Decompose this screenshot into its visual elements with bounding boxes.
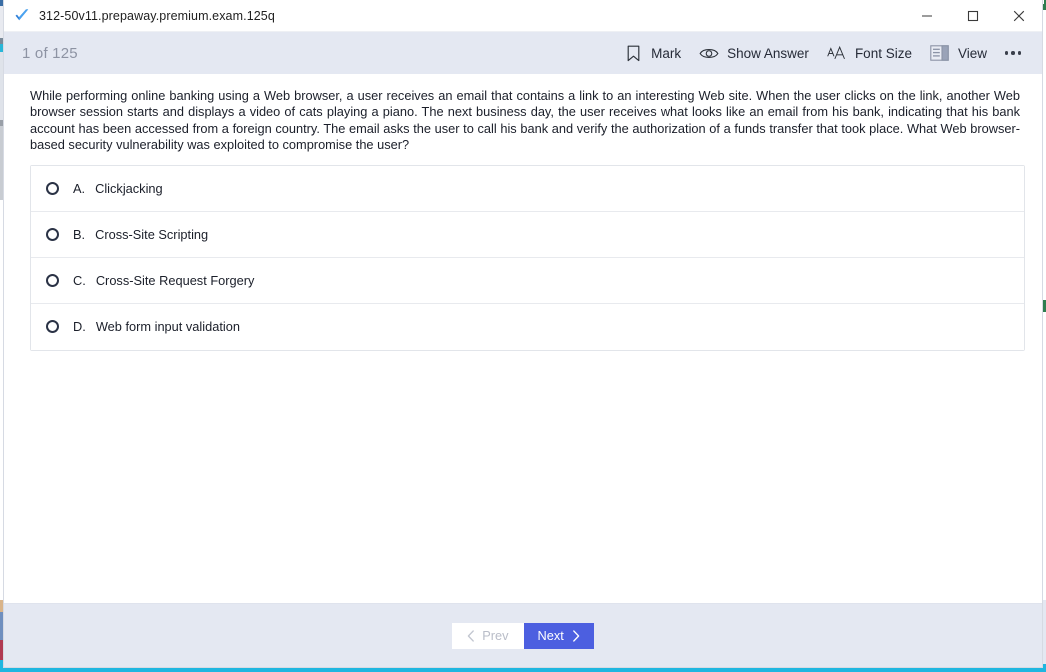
option-text-d: Web form input validation [95,319,240,335]
question-counter: 1 of 125 [22,44,78,62]
option-letter-b: B. [73,226,86,242]
option-letter-d: D. [73,319,86,335]
radio-button-c[interactable] [46,273,59,287]
option-letter-a: A. [73,180,86,196]
next-label: Next [537,628,564,643]
radio-button-b[interactable] [46,227,59,241]
font-size-label: Font Size [854,45,912,61]
blue-checkmark-icon [12,6,32,26]
font-size-icon [827,43,847,63]
toolbar: 1 of 125 Mark Show Answer Font Size View [4,32,1042,74]
mark-label: Mark [651,45,682,61]
exam-simulator-window: 312-50v11.prepaway.premium.exam.125q 1 o… [3,0,1043,668]
font-size-button[interactable]: Font Size [818,32,921,74]
view-label: View [957,45,987,61]
show-answer-label: Show Answer [727,45,809,61]
window-title: 312-50v11.prepaway.premium.exam.125q [39,8,275,23]
taskbar-edge-line [0,668,1046,672]
option-row-b[interactable]: B. Cross-Site Scripting [31,211,1024,258]
option-text-a: Clickjacking [95,180,163,196]
question-content-area: While performing online banking using a … [4,74,1042,603]
radio-button-a[interactable] [46,181,59,195]
maximize-button[interactable] [950,0,996,32]
prev-button[interactable]: Prev [452,622,524,649]
close-button[interactable] [996,0,1042,32]
bookmark-icon [623,43,643,63]
answer-options-list: A. Clickjacking B. Cross-Site Scripting … [30,164,1025,351]
more-dot [1011,51,1015,55]
option-row-a[interactable]: A. Clickjacking [31,165,1024,212]
mark-button[interactable]: Mark [614,32,690,74]
view-panel-icon [930,43,950,63]
option-text-b: Cross-Site Scripting [95,226,209,242]
prev-label: Prev [482,628,509,643]
show-answer-button[interactable]: Show Answer [690,32,818,74]
navigation-footer: Prev Next [4,603,1042,667]
title-bar[interactable]: 312-50v11.prepaway.premium.exam.125q [4,0,1042,32]
radio-button-d[interactable] [46,320,59,334]
more-dot [1017,51,1022,55]
view-button[interactable]: View [921,32,996,74]
option-row-d[interactable]: D. Web form input validation [31,303,1024,350]
question-text: While performing online banking using a … [30,88,1020,153]
next-button[interactable]: Next [523,622,594,649]
chevron-left-icon [467,629,475,642]
chevron-right-icon [572,629,580,642]
minimize-button[interactable] [904,0,950,32]
option-row-c[interactable]: C. Cross-Site Request Forgery [31,257,1024,304]
more-options-icon[interactable] [996,32,1030,74]
more-dot [1004,51,1009,55]
eye-icon [699,43,719,63]
option-text-c: Cross-Site Request Forgery [95,272,255,288]
navigation-button-group: Prev Next [452,622,594,649]
option-letter-c: C. [73,272,86,288]
